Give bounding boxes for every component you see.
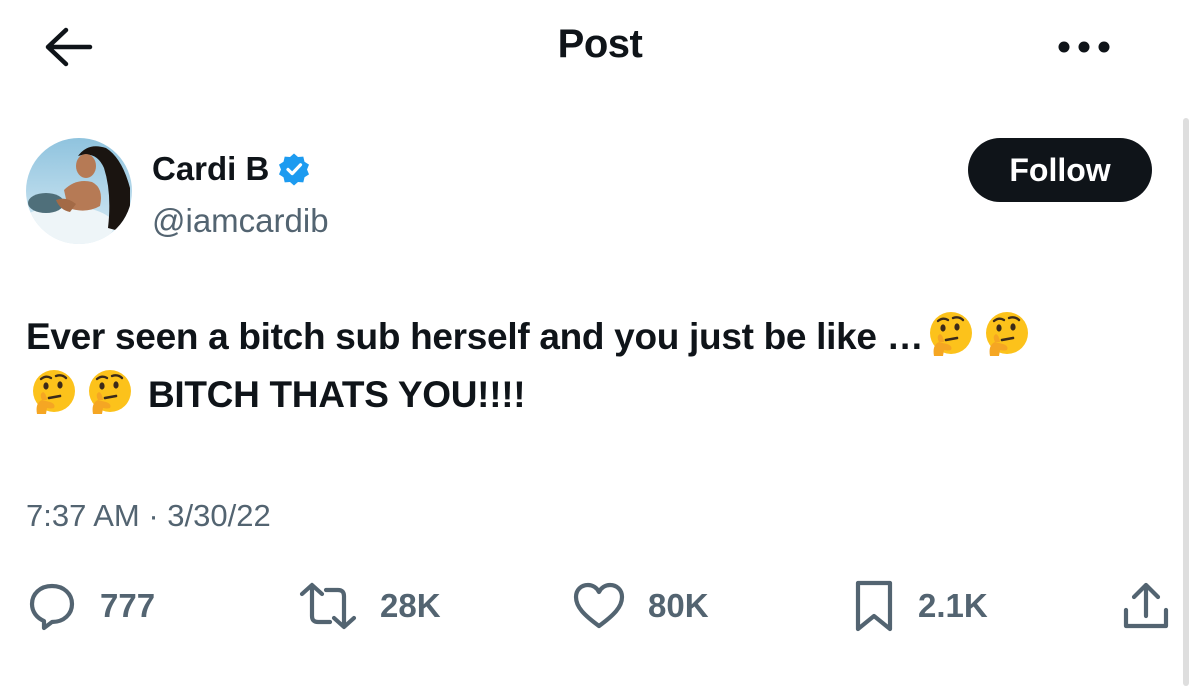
more-dots-icon	[1058, 41, 1110, 53]
avatar[interactable]	[26, 138, 132, 244]
bookmark-icon	[855, 580, 893, 632]
tweet-text: Ever seen a bitch sub herself and you ju…	[26, 308, 1156, 424]
more-options-button[interactable]	[1052, 22, 1116, 72]
thinking-face-emoji-icon	[926, 309, 976, 359]
thinking-face-emoji-icon	[29, 367, 79, 417]
post-timestamp[interactable]: 7:37 AM · 3/30/22	[26, 498, 271, 534]
thinking-face-emoji-icon	[85, 367, 135, 417]
like-count: 80K	[648, 587, 709, 624]
author-handle[interactable]: @iamcardib	[152, 202, 329, 240]
bookmark-button[interactable]: 2.1K	[852, 578, 988, 634]
avatar-image	[26, 138, 132, 244]
reply-button[interactable]: 777	[26, 578, 155, 634]
action-bar: 777 28K 80K 2.1K	[0, 578, 1200, 638]
author-name[interactable]: Cardi B	[152, 150, 269, 188]
tweet-line-1: Ever seen a bitch sub herself and you ju…	[26, 316, 924, 357]
bookmark-count: 2.1K	[918, 587, 988, 624]
repost-count: 28K	[380, 587, 441, 624]
verified-badge-icon	[279, 153, 310, 186]
share-icon	[1123, 582, 1169, 629]
share-button[interactable]	[1120, 578, 1172, 634]
follow-button[interactable]: Follow	[968, 138, 1152, 202]
repost-button[interactable]: 28K	[298, 578, 441, 634]
reply-bubble-icon	[29, 583, 75, 631]
reply-count: 777	[100, 587, 156, 624]
tweet-line-2: BITCH THATS YOU!!!!	[147, 374, 526, 415]
heart-icon	[573, 582, 625, 629]
thinking-face-emoji-icon	[982, 309, 1032, 359]
author-info: Cardi B @iamcardib	[152, 150, 329, 240]
top-bar: Post	[0, 0, 1200, 95]
author-name-row[interactable]: Cardi B	[152, 150, 329, 188]
page-title: Post	[557, 22, 643, 66]
repost-icon	[299, 582, 357, 630]
like-button[interactable]: 80K	[572, 578, 709, 634]
